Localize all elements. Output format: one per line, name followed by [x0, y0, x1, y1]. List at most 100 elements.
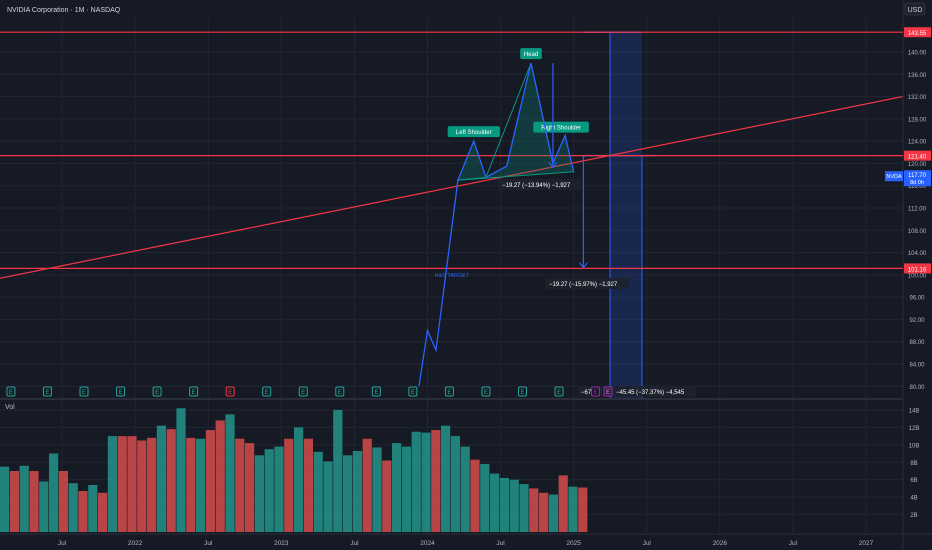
volume-bar — [19, 465, 29, 532]
earnings-marker-letter: E — [374, 390, 378, 396]
volume-bar — [450, 436, 460, 532]
volume-bar — [421, 432, 431, 532]
volume-bar — [284, 438, 294, 532]
time-tick-label: 2026 — [713, 540, 728, 547]
time-tick-label: Jul — [58, 540, 67, 547]
price-tick-label: 136.00 — [908, 73, 927, 79]
volume-bar — [205, 430, 215, 532]
price-level-value: 143.55 — [908, 31, 927, 37]
volume-label: Vol — [5, 404, 15, 411]
earnings-marker-letter: E — [228, 390, 232, 396]
volume-bar — [88, 484, 98, 532]
volume-bar — [568, 486, 578, 532]
volume-bar — [127, 436, 137, 532]
volume-bar — [519, 484, 529, 532]
volume-bar — [509, 479, 519, 532]
volume-bar — [147, 437, 157, 532]
time-tick-label: Jul — [350, 540, 359, 547]
volume-bar — [343, 455, 353, 532]
volume-bar — [78, 491, 88, 532]
volume-bar — [470, 459, 480, 532]
price-tick-label: 100.00 — [908, 273, 927, 279]
neckline-target-label: H&S TARGET — [435, 273, 470, 279]
volume-bar — [352, 450, 362, 532]
current-price-countdown: 8d 0h — [910, 180, 924, 186]
earnings-marker-letter: E — [557, 390, 561, 396]
volume-bar — [68, 483, 78, 532]
volume-tick-label: 4B — [910, 496, 917, 502]
earnings-marker-letter: E — [594, 390, 598, 396]
earnings-marker-letter: E — [447, 390, 451, 396]
volume-tick-label: 2B — [910, 513, 917, 519]
time-tick-label: 2022 — [128, 540, 143, 547]
price-tick-label: 124.00 — [908, 140, 927, 146]
price-tick-label: 80.00 — [909, 385, 925, 391]
time-tick-label: Jul — [643, 540, 652, 547]
volume-bar — [490, 473, 500, 532]
volume-bar — [303, 438, 313, 532]
volume-bar — [382, 460, 392, 532]
volume-tick-label: 14B — [909, 408, 920, 414]
right-shoulder-label: Right Shoulder — [541, 126, 581, 132]
price-tick-label: 92.00 — [909, 318, 925, 324]
earnings-marker-letter: E — [82, 390, 86, 396]
time-tick-label: Jul — [204, 540, 213, 547]
volume-bar — [401, 446, 411, 532]
volume-bar — [98, 492, 108, 532]
chart-canvas[interactable]: 143.55121.40101.16 Left ShoulderHeadRigh… — [0, 0, 932, 550]
earnings-marker-letter: E — [155, 390, 159, 396]
volume-bar — [49, 453, 59, 532]
volume-bar — [245, 443, 255, 532]
price-tick-label: 140.00 — [908, 50, 927, 56]
volume-bar — [264, 449, 274, 532]
price-tick-label: 120.00 — [908, 162, 927, 168]
volume-bar — [137, 440, 147, 532]
measure-label-2: −19.27 (−15.97%) −1,927 — [549, 282, 618, 288]
volume-bar — [107, 436, 117, 532]
price-tick-label: 108.00 — [908, 229, 927, 235]
volume-bar — [333, 409, 343, 532]
volume-bar — [578, 487, 588, 532]
symbol-title[interactable]: NVIDIA Corporation · 1M · NASDAQ — [7, 7, 121, 14]
earnings-marker-letter: E — [192, 390, 196, 396]
currency-label: USD — [908, 7, 923, 14]
volume-bar — [186, 437, 196, 532]
forecast-range-box[interactable] — [610, 32, 642, 398]
time-tick-label: Jul — [789, 540, 798, 547]
volume-bar — [392, 443, 402, 532]
volume-bar — [166, 429, 176, 532]
earnings-marker-letter: E — [265, 390, 269, 396]
volume-bar — [254, 455, 264, 532]
volume-bar — [529, 488, 539, 532]
volume-bar — [58, 470, 68, 532]
volume-bar — [480, 464, 490, 532]
time-tick-label: 2023 — [274, 540, 289, 547]
volume-bar — [29, 470, 39, 532]
volume-tick-label: 8B — [910, 461, 917, 467]
measure-label-4: −45.45 (−37.37%) −4,545 — [616, 390, 685, 396]
volume-bar — [313, 451, 323, 532]
price-level-value: 121.40 — [908, 155, 927, 161]
volume-bar — [274, 446, 284, 532]
earnings-marker-letter: E — [45, 390, 49, 396]
volume-bar — [558, 475, 568, 532]
price-tick-label: 104.00 — [908, 251, 927, 257]
measure-label-1: −19.27 (−13.94%) −1,927 — [502, 183, 571, 189]
earnings-marker-letter: E — [520, 390, 524, 396]
volume-tick-label: 12B — [909, 426, 920, 432]
earnings-marker-letter: E — [9, 390, 13, 396]
volume-bar — [441, 425, 451, 532]
volume-bar — [372, 447, 382, 532]
time-tick-label: 2027 — [859, 540, 874, 547]
volume-bar — [235, 438, 245, 532]
time-tick-label: Jul — [496, 540, 505, 547]
price-tick-label: 96.00 — [909, 296, 925, 302]
current-price-value: 117.70 — [908, 173, 927, 179]
earnings-marker-letter: E — [119, 390, 123, 396]
volume-bar — [362, 438, 372, 532]
price-tick-label: 132.00 — [908, 95, 927, 101]
earnings-marker-letter: E — [338, 390, 342, 396]
price-tick-label: 112.00 — [908, 207, 927, 213]
earnings-marker-letter: E — [301, 390, 305, 396]
price-tick-label: 84.00 — [909, 363, 925, 369]
